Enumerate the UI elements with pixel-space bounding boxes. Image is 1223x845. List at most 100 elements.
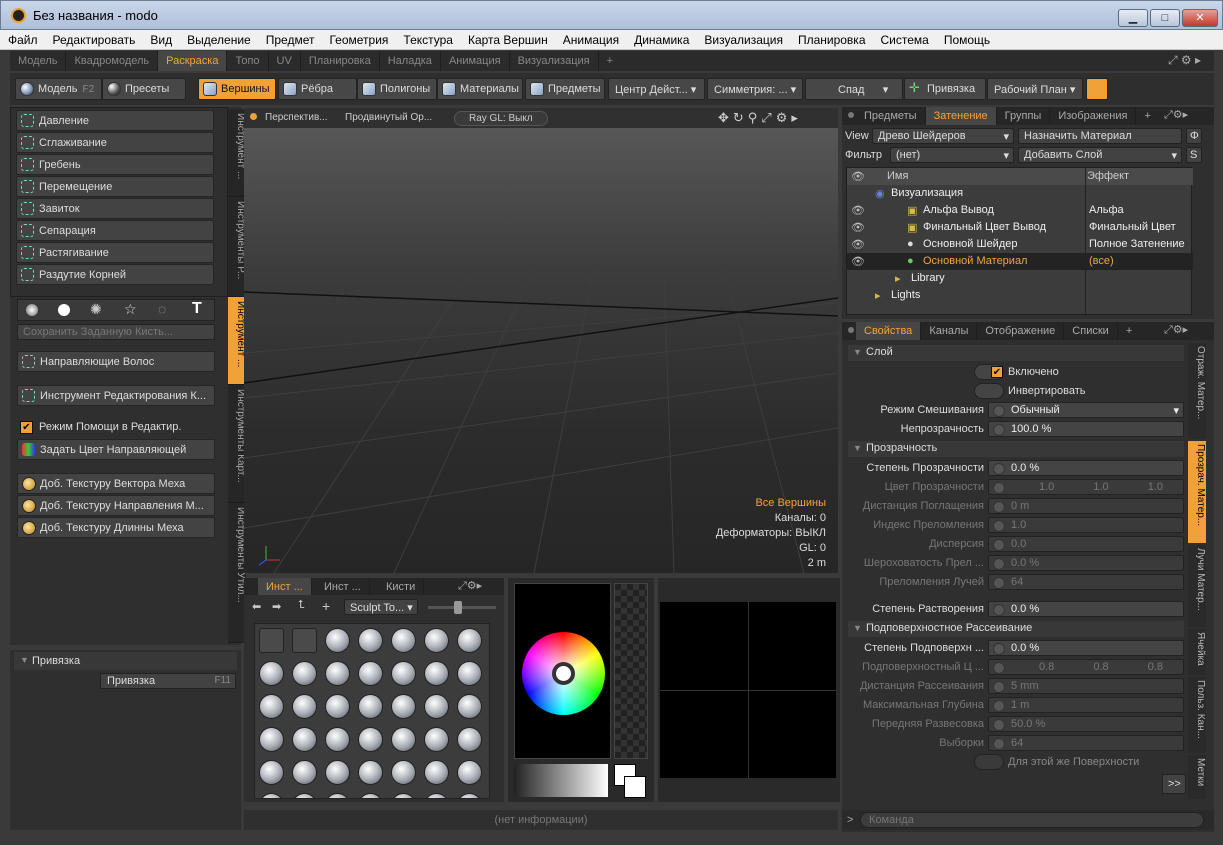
max-depth-field[interactable]: 1 m xyxy=(988,697,1184,713)
expand-more-icon[interactable]: >> xyxy=(1162,774,1186,794)
add-fur-vector-texture-button[interactable]: Доб. Текстуру Вектора Меха xyxy=(17,473,215,494)
prop-tab-0[interactable]: Свойства xyxy=(856,322,922,340)
front-weight-field[interactable]: 50.0 % xyxy=(988,716,1184,732)
roughness-field[interactable]: 0.0 % xyxy=(988,555,1184,571)
ior-field[interactable]: 1.0 xyxy=(988,517,1184,533)
vtab-cell[interactable]: Ячейка xyxy=(1188,629,1206,675)
brush-preset-item[interactable] xyxy=(424,628,449,653)
brush-preset-item[interactable] xyxy=(292,661,317,686)
polygons-button[interactable]: Полигоны xyxy=(357,78,437,100)
brush-preset-item[interactable] xyxy=(457,661,482,686)
set-guide-color-button[interactable]: Задать Цвет Направляющей xyxy=(17,439,215,460)
eye-icon[interactable]: 👁 xyxy=(851,238,865,251)
3d-viewport[interactable]: Перспектив... Продвинутый Ор... Ray GL: … xyxy=(244,108,838,573)
tree-row[interactable]: 👁 ● Основной Шейдер Полное Затенение xyxy=(847,236,1193,253)
menu-item-0[interactable]: Файл xyxy=(0,30,45,50)
opacity-field[interactable]: 100.0 % xyxy=(988,421,1184,437)
action-center-dropdown[interactable]: Центр Дейст... ▾ xyxy=(608,78,705,100)
brush-preset-item[interactable] xyxy=(391,628,416,653)
brush-preset-item[interactable] xyxy=(259,727,284,752)
brush-preset-item[interactable] xyxy=(457,727,482,752)
materials-button[interactable]: Материалы xyxy=(437,78,523,100)
command-input[interactable] xyxy=(860,812,1204,828)
tree-row[interactable]: ▸ Library xyxy=(847,270,1193,287)
brush-preset-item[interactable] xyxy=(424,760,449,785)
brush-preset-item[interactable] xyxy=(424,661,449,686)
tool-button-2[interactable]: Гребень xyxy=(16,154,214,175)
vtab-user-channels[interactable]: Польз. Кан... xyxy=(1188,677,1206,753)
background-color-swatch[interactable] xyxy=(624,776,646,798)
brush-preset-item[interactable] xyxy=(424,727,449,752)
brush-preset-item[interactable] xyxy=(457,628,482,653)
edges-button[interactable]: Рёбра2 xyxy=(278,78,357,100)
color-wheel-handle[interactable] xyxy=(552,662,575,685)
slider-handle[interactable] xyxy=(454,601,462,614)
model-button[interactable]: Модель F2 xyxy=(15,78,102,100)
vtab-transparency[interactable]: Прозрач. Матер... xyxy=(1188,441,1206,543)
tree-row[interactable]: ▸ Lights xyxy=(847,287,1193,304)
section-transparency[interactable]: ▼ Прозрачность xyxy=(848,441,1184,457)
splatter-brush-icon[interactable]: ✺ xyxy=(90,301,102,318)
menu-item-5[interactable]: Геометрия xyxy=(321,30,395,50)
snap-toggle-button[interactable]: Привязка F11 xyxy=(100,673,236,689)
tool-button-3[interactable]: Перемещение xyxy=(16,176,214,197)
brush-preset-item[interactable] xyxy=(391,760,416,785)
transparency-color-field[interactable]: 1.0 1.0 1.0 xyxy=(988,479,1184,495)
add-fur-direction-texture-button[interactable]: Доб. Текстуру Направления М... xyxy=(17,495,215,516)
value-gradient-bar[interactable] xyxy=(514,764,608,797)
items-button[interactable]: Предметы xyxy=(525,78,605,100)
brush-preset-item[interactable] xyxy=(457,760,482,785)
tree-row[interactable]: 👁 ▣ Финальный Цвет Вывод Финальный Цвет xyxy=(847,219,1193,236)
menu-item-3[interactable]: Выделение xyxy=(179,30,258,50)
menu-item-2[interactable]: Вид xyxy=(142,30,179,50)
add-tab-icon[interactable]: + xyxy=(1136,107,1158,125)
brush-preset-item[interactable] xyxy=(358,628,383,653)
sss-amount-field[interactable]: 0.0 % xyxy=(988,640,1184,656)
menu-item-13[interactable]: Помощь xyxy=(936,30,997,50)
vtab-reflection[interactable]: Отраж. Матер... xyxy=(1188,343,1206,439)
hair-guides-button[interactable]: Направляющие Волос xyxy=(17,351,215,372)
brush-preset-item[interactable] xyxy=(325,694,350,719)
zoom-slider[interactable] xyxy=(428,601,496,614)
shader-tab-2[interactable]: Группы xyxy=(997,107,1051,125)
brush-preset-item[interactable] xyxy=(358,661,383,686)
brush-preset-item[interactable] xyxy=(325,760,350,785)
add-tab-icon[interactable]: + xyxy=(599,51,621,71)
brush-preset-item[interactable] xyxy=(259,793,284,798)
add-tab-icon[interactable]: + xyxy=(1118,322,1140,340)
brush-preset-item[interactable] xyxy=(391,661,416,686)
workplane-dropdown[interactable]: Рабочий План ▾ xyxy=(987,78,1083,100)
viewport-nav-icons[interactable]: ✥↻⚲⤢⚙▸ xyxy=(718,110,802,126)
forward-icon[interactable]: ➡ xyxy=(272,600,281,613)
procedural-brush-icon[interactable]: ◌ xyxy=(158,301,166,317)
enabled-checkbox[interactable]: ✔ xyxy=(974,364,1004,380)
color-wheel[interactable] xyxy=(522,632,605,715)
save-brush-field[interactable]: Сохранить Заданную Кисть... xyxy=(17,324,215,340)
layout-tab-0[interactable]: Модель xyxy=(10,51,67,71)
assist-mode-checkbox[interactable]: ✔ Режим Помощи в Редактир. xyxy=(19,419,217,437)
tool-button-5[interactable]: Сепарация xyxy=(16,220,214,241)
menu-item-4[interactable]: Предмет xyxy=(258,30,322,50)
filter-icon[interactable]: Φ xyxy=(1186,128,1202,144)
add-layer-dropdown[interactable]: Добавить Слой ▾ xyxy=(1018,147,1182,163)
star-brush-icon[interactable]: ☆ xyxy=(124,301,137,318)
layout-tab-3[interactable]: Топо xyxy=(227,51,269,71)
brush-preset-dropdown[interactable]: Sculpt To... ▾ xyxy=(344,599,418,615)
layout-tab-5[interactable]: Планировка xyxy=(301,51,380,71)
layout-tab-4[interactable]: UV xyxy=(269,51,301,71)
brush-preset-item[interactable] xyxy=(424,694,449,719)
properties-panel-icons[interactable]: ⤢⚙▸ xyxy=(1164,323,1188,337)
section-layer[interactable]: ▼ Слой xyxy=(848,345,1184,361)
same-surface-checkbox[interactable] xyxy=(974,754,1004,770)
menu-item-9[interactable]: Динамика xyxy=(626,30,696,50)
vtab-tags[interactable]: Метки xyxy=(1188,755,1206,799)
vertices-button[interactable]: Вершины xyxy=(198,78,276,100)
brush-preset-item[interactable] xyxy=(292,760,317,785)
brush-preset-item[interactable] xyxy=(292,793,317,798)
brush-preset-item[interactable] xyxy=(259,628,284,653)
soft-brush-icon[interactable] xyxy=(26,304,38,316)
transparency-field[interactable]: 0.0 % xyxy=(988,460,1184,476)
minimize-button[interactable]: ▁ xyxy=(1118,9,1148,27)
invert-checkbox[interactable] xyxy=(974,383,1004,399)
view-dropdown[interactable]: Древо Шейдеров ▾ xyxy=(872,128,1014,144)
